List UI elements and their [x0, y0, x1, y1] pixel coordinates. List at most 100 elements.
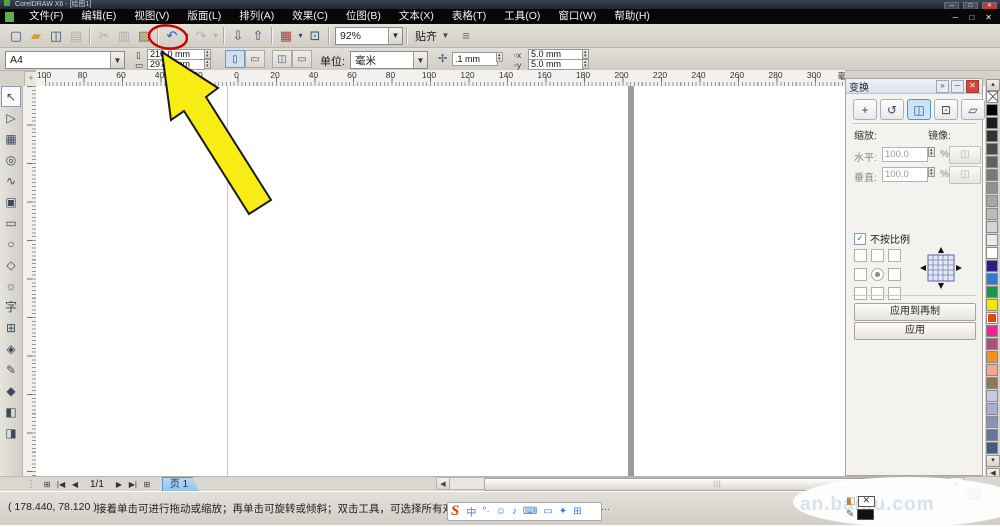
new-document-icon[interactable]: ▢	[6, 26, 26, 46]
anchor-point-7[interactable]	[871, 287, 884, 300]
horizontal-scale-field[interactable]: 100.0	[882, 147, 928, 162]
color-swatch[interactable]	[986, 351, 998, 363]
print-icon[interactable]: ▤	[66, 26, 86, 46]
menu-窗口(W)[interactable]: 窗口(W)	[549, 9, 605, 24]
palette-scroll-down-button[interactable]: ▾	[986, 455, 1000, 467]
paste-icon[interactable]: ▨	[134, 26, 154, 46]
copy-icon[interactable]: ▥	[114, 26, 134, 46]
anchor-point-8[interactable]	[888, 287, 901, 300]
mirror-horizontal-button[interactable]: ◫	[949, 146, 981, 164]
interactive-fill-tool-icon[interactable]: ◨	[1, 422, 21, 443]
anchor-point-3[interactable]	[854, 268, 867, 281]
text-tool-icon[interactable]: 字	[1, 296, 21, 317]
ime-toggle-icon[interactable]: ▭	[543, 506, 552, 517]
menu-表格(T)[interactable]: 表格(T)	[443, 9, 495, 24]
undo-icon-dropdown[interactable]: ▾	[182, 26, 191, 46]
color-swatch[interactable]	[986, 130, 998, 142]
color-swatch[interactable]	[986, 273, 998, 285]
color-swatch[interactable]	[986, 364, 998, 376]
menu-文件(F)[interactable]: 文件(F)	[20, 9, 72, 24]
anchor-point-1[interactable]	[871, 249, 884, 262]
paper-size-combo[interactable]: A4 ▼	[5, 51, 125, 69]
ime-toolbox-icon[interactable]: ⊞	[573, 506, 581, 517]
first-page-button[interactable]: |◀	[54, 478, 68, 491]
chevron-down-icon[interactable]: ▼	[388, 28, 402, 44]
polygon-tool-icon[interactable]: ◇	[1, 254, 21, 275]
ime-chinese-mode-icon[interactable]: 中	[466, 504, 476, 519]
no-color-swatch[interactable]	[986, 91, 998, 103]
smart-fill-tool-icon[interactable]: ▣	[1, 191, 21, 212]
horizontal-ruler[interactable]: 1008060402002040608010012014016018020022…	[36, 70, 845, 87]
ime-logo-icon[interactable]: S	[451, 503, 459, 520]
open-folder-icon[interactable]: ▰	[26, 26, 46, 46]
cut-icon[interactable]: ✂	[94, 26, 114, 46]
menu-视图(V)[interactable]: 视图(V)	[125, 9, 178, 24]
page-tab[interactable]: 页 1	[162, 477, 199, 492]
vertical-ruler[interactable]	[22, 86, 37, 476]
color-swatch[interactable]	[986, 377, 998, 389]
transform-rotate-icon[interactable]: ↺	[880, 99, 904, 120]
palette-scroll-up-button[interactable]: ▴	[986, 79, 1000, 91]
apply-button[interactable]: 应用	[854, 322, 976, 340]
add-page-before-button[interactable]: ⊞	[40, 478, 54, 491]
apply-to-duplicate-button[interactable]: 应用到再制	[854, 303, 976, 321]
nonproportional-checkbox[interactable]: ✓	[854, 233, 866, 245]
color-swatch[interactable]	[986, 156, 998, 168]
pick-tool-icon[interactable]: ↖	[1, 86, 21, 107]
anchor-point-0[interactable]	[854, 249, 867, 262]
color-swatch[interactable]	[986, 429, 998, 441]
color-swatch[interactable]	[986, 104, 998, 116]
color-swatch[interactable]	[986, 299, 998, 311]
all-pages-button[interactable]: ◫	[272, 50, 292, 68]
duplicate-y-field[interactable]: 5.0 mm	[528, 59, 584, 70]
anchor-point-4[interactable]	[871, 268, 884, 281]
color-swatch[interactable]	[986, 442, 998, 454]
transform-skew-icon[interactable]: ▱	[961, 99, 985, 120]
vertical-scale-spinner[interactable]: ▴▾	[928, 167, 935, 177]
next-page-button[interactable]: ▶	[112, 478, 126, 491]
scroll-left-icon[interactable]: ◀	[437, 478, 450, 489]
zoom-level-combo[interactable]: 92% ▼	[335, 27, 403, 45]
anchor-point-2[interactable]	[888, 249, 901, 262]
crop-tool-icon[interactable]: ▦	[1, 128, 21, 149]
color-swatch[interactable]	[986, 169, 998, 181]
basic-shapes-tool-icon[interactable]: ☼	[1, 275, 21, 296]
color-swatch[interactable]	[986, 403, 998, 415]
menu-文本(X)[interactable]: 文本(X)	[390, 9, 443, 24]
color-swatch[interactable]	[986, 416, 998, 428]
welcome-screen-icon[interactable]: ⊡	[305, 26, 325, 46]
shape-tool-icon[interactable]: ▷	[1, 107, 21, 128]
color-swatch[interactable]	[986, 390, 998, 402]
rectangle-tool-icon[interactable]: ▭	[1, 212, 21, 233]
import-icon[interactable]: ⇩	[228, 26, 248, 46]
drawing-canvas[interactable]	[36, 86, 985, 476]
menu-帮助(H)[interactable]: 帮助(H)	[605, 9, 659, 24]
color-swatch[interactable]	[986, 247, 998, 259]
mirror-vertical-button[interactable]: ◫	[949, 166, 981, 184]
color-swatch[interactable]	[986, 286, 998, 298]
drag-handle-icon[interactable]: ⋮	[26, 479, 36, 490]
chevron-down-icon[interactable]: ▼	[110, 52, 124, 68]
export-icon[interactable]: ⇧	[248, 26, 268, 46]
freehand-tool-icon[interactable]: ∿	[1, 170, 21, 191]
duplicate-spinner-y[interactable]: ▴▾	[582, 59, 589, 69]
anchor-point-6[interactable]	[854, 287, 867, 300]
transform-size-icon[interactable]: ⊡	[934, 99, 958, 120]
menu-编辑(E)[interactable]: 编辑(E)	[72, 9, 125, 24]
color-swatch[interactable]	[986, 312, 998, 324]
nudge-spinner[interactable]: ▴▾	[496, 52, 503, 62]
portrait-button[interactable]: ▯	[225, 50, 245, 68]
color-swatch[interactable]	[986, 338, 998, 350]
zoom-tool-icon[interactable]: ◎	[1, 149, 21, 170]
redo-icon-dropdown[interactable]: ▾	[211, 26, 220, 46]
current-page-button[interactable]: ▭	[292, 50, 312, 68]
vertical-scale-field[interactable]: 100.0	[882, 167, 928, 182]
blend-tool-icon[interactable]: ◈	[1, 338, 21, 359]
doc-close-button[interactable]: ✕	[985, 13, 992, 22]
redo-icon[interactable]: ↷	[191, 26, 211, 46]
chevron-down-icon[interactable]: ▼	[441, 26, 450, 46]
last-page-button[interactable]: ▶|	[126, 478, 140, 491]
undo-icon[interactable]: ↶	[162, 26, 182, 46]
doc-restore-button[interactable]: □	[969, 13, 974, 22]
ime-punctuation-icon[interactable]: °·	[482, 506, 489, 517]
